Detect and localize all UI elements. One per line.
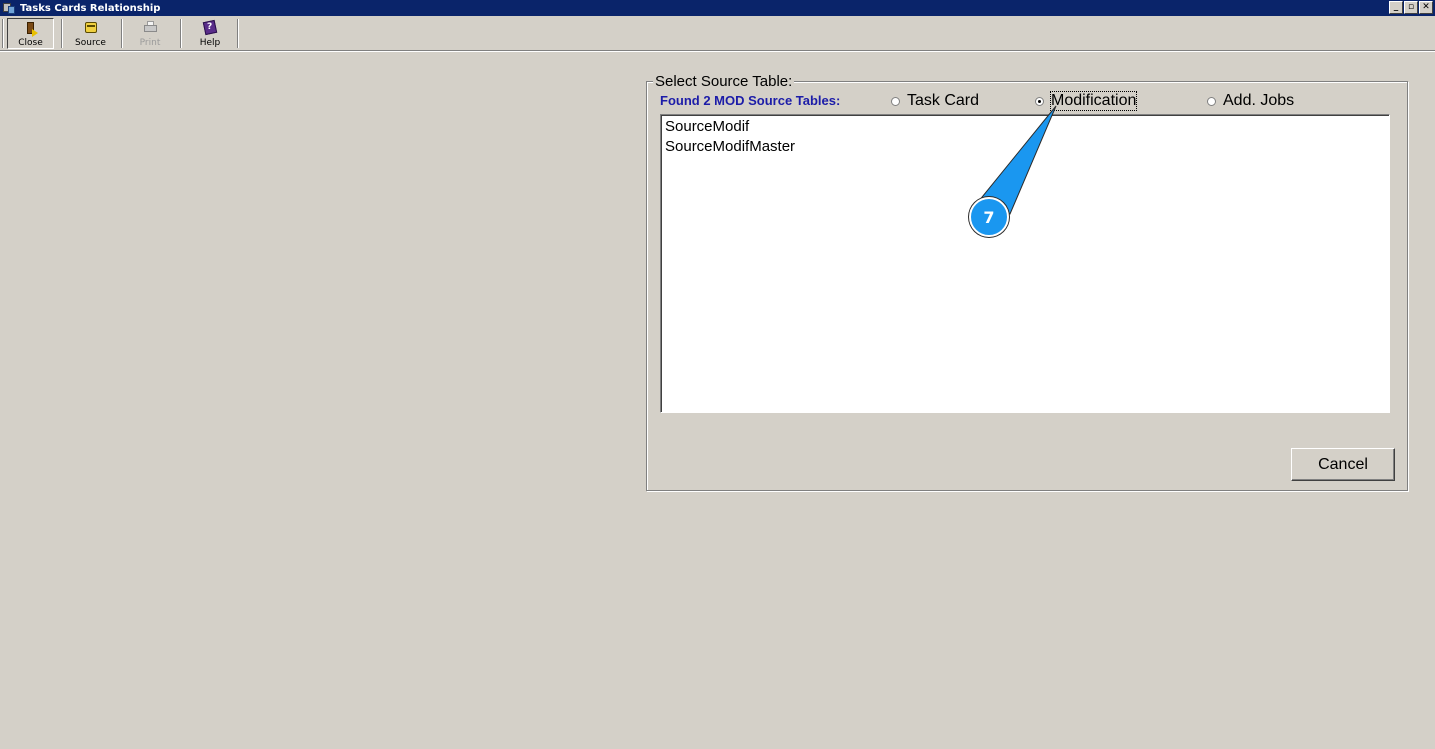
source-table-list[interactable]: SourceModif SourceModifMaster [660,114,1390,413]
cancel-button[interactable]: Cancel [1291,448,1395,481]
close-button[interactable]: Close [7,18,54,49]
radio-label: Task Card [907,92,980,109]
toolbar-separator [180,19,182,48]
exit-door-icon [23,21,39,37]
found-tables-label: Found 2 MOD Source Tables: [660,93,841,108]
toolbar-separator [237,19,239,48]
toolbar: Close Source Print ? Help [0,16,1435,51]
close-button-label: Close [18,38,43,48]
print-button[interactable]: Print [128,18,172,49]
radio-modification[interactable]: Modification [1035,91,1138,111]
window-controls: _ ▫ ✕ [1389,1,1433,14]
title-bar: Tasks Cards Relationship _ ▫ ✕ [0,0,1435,16]
list-item[interactable]: SourceModifMaster [661,137,1389,157]
help-button-label: Help [199,38,221,48]
radio-label: Add. Jobs [1223,92,1295,109]
minimize-icon[interactable]: _ [1389,1,1403,14]
toolbar-separator [61,19,63,48]
help-book-icon: ? [202,19,218,36]
source-button[interactable]: Source [68,18,113,49]
radio-add-jobs[interactable]: Add. Jobs [1207,92,1294,110]
list-item[interactable]: SourceModif [661,117,1389,137]
help-button[interactable]: ? Help [188,18,232,49]
app-icon [2,1,16,15]
radio-circle[interactable] [891,96,900,106]
database-icon [83,20,99,36]
toolbar-separator [121,19,123,48]
source-button-label: Source [75,38,106,48]
window-title: Tasks Cards Relationship [20,2,161,14]
callout-badge: 7 [969,197,1009,237]
close-icon[interactable]: ✕ [1419,1,1433,14]
toolbar-separator [2,19,4,48]
radio-circle[interactable] [1207,96,1216,106]
radio-task-card[interactable]: Task Card [891,92,979,110]
print-button-label: Print [139,38,161,48]
maximize-icon[interactable]: ▫ [1404,1,1418,14]
radio-label: Modification [1049,91,1138,111]
group-title: Select Source Table: [653,73,795,90]
printer-icon [142,20,158,36]
radio-circle[interactable] [1035,96,1044,106]
